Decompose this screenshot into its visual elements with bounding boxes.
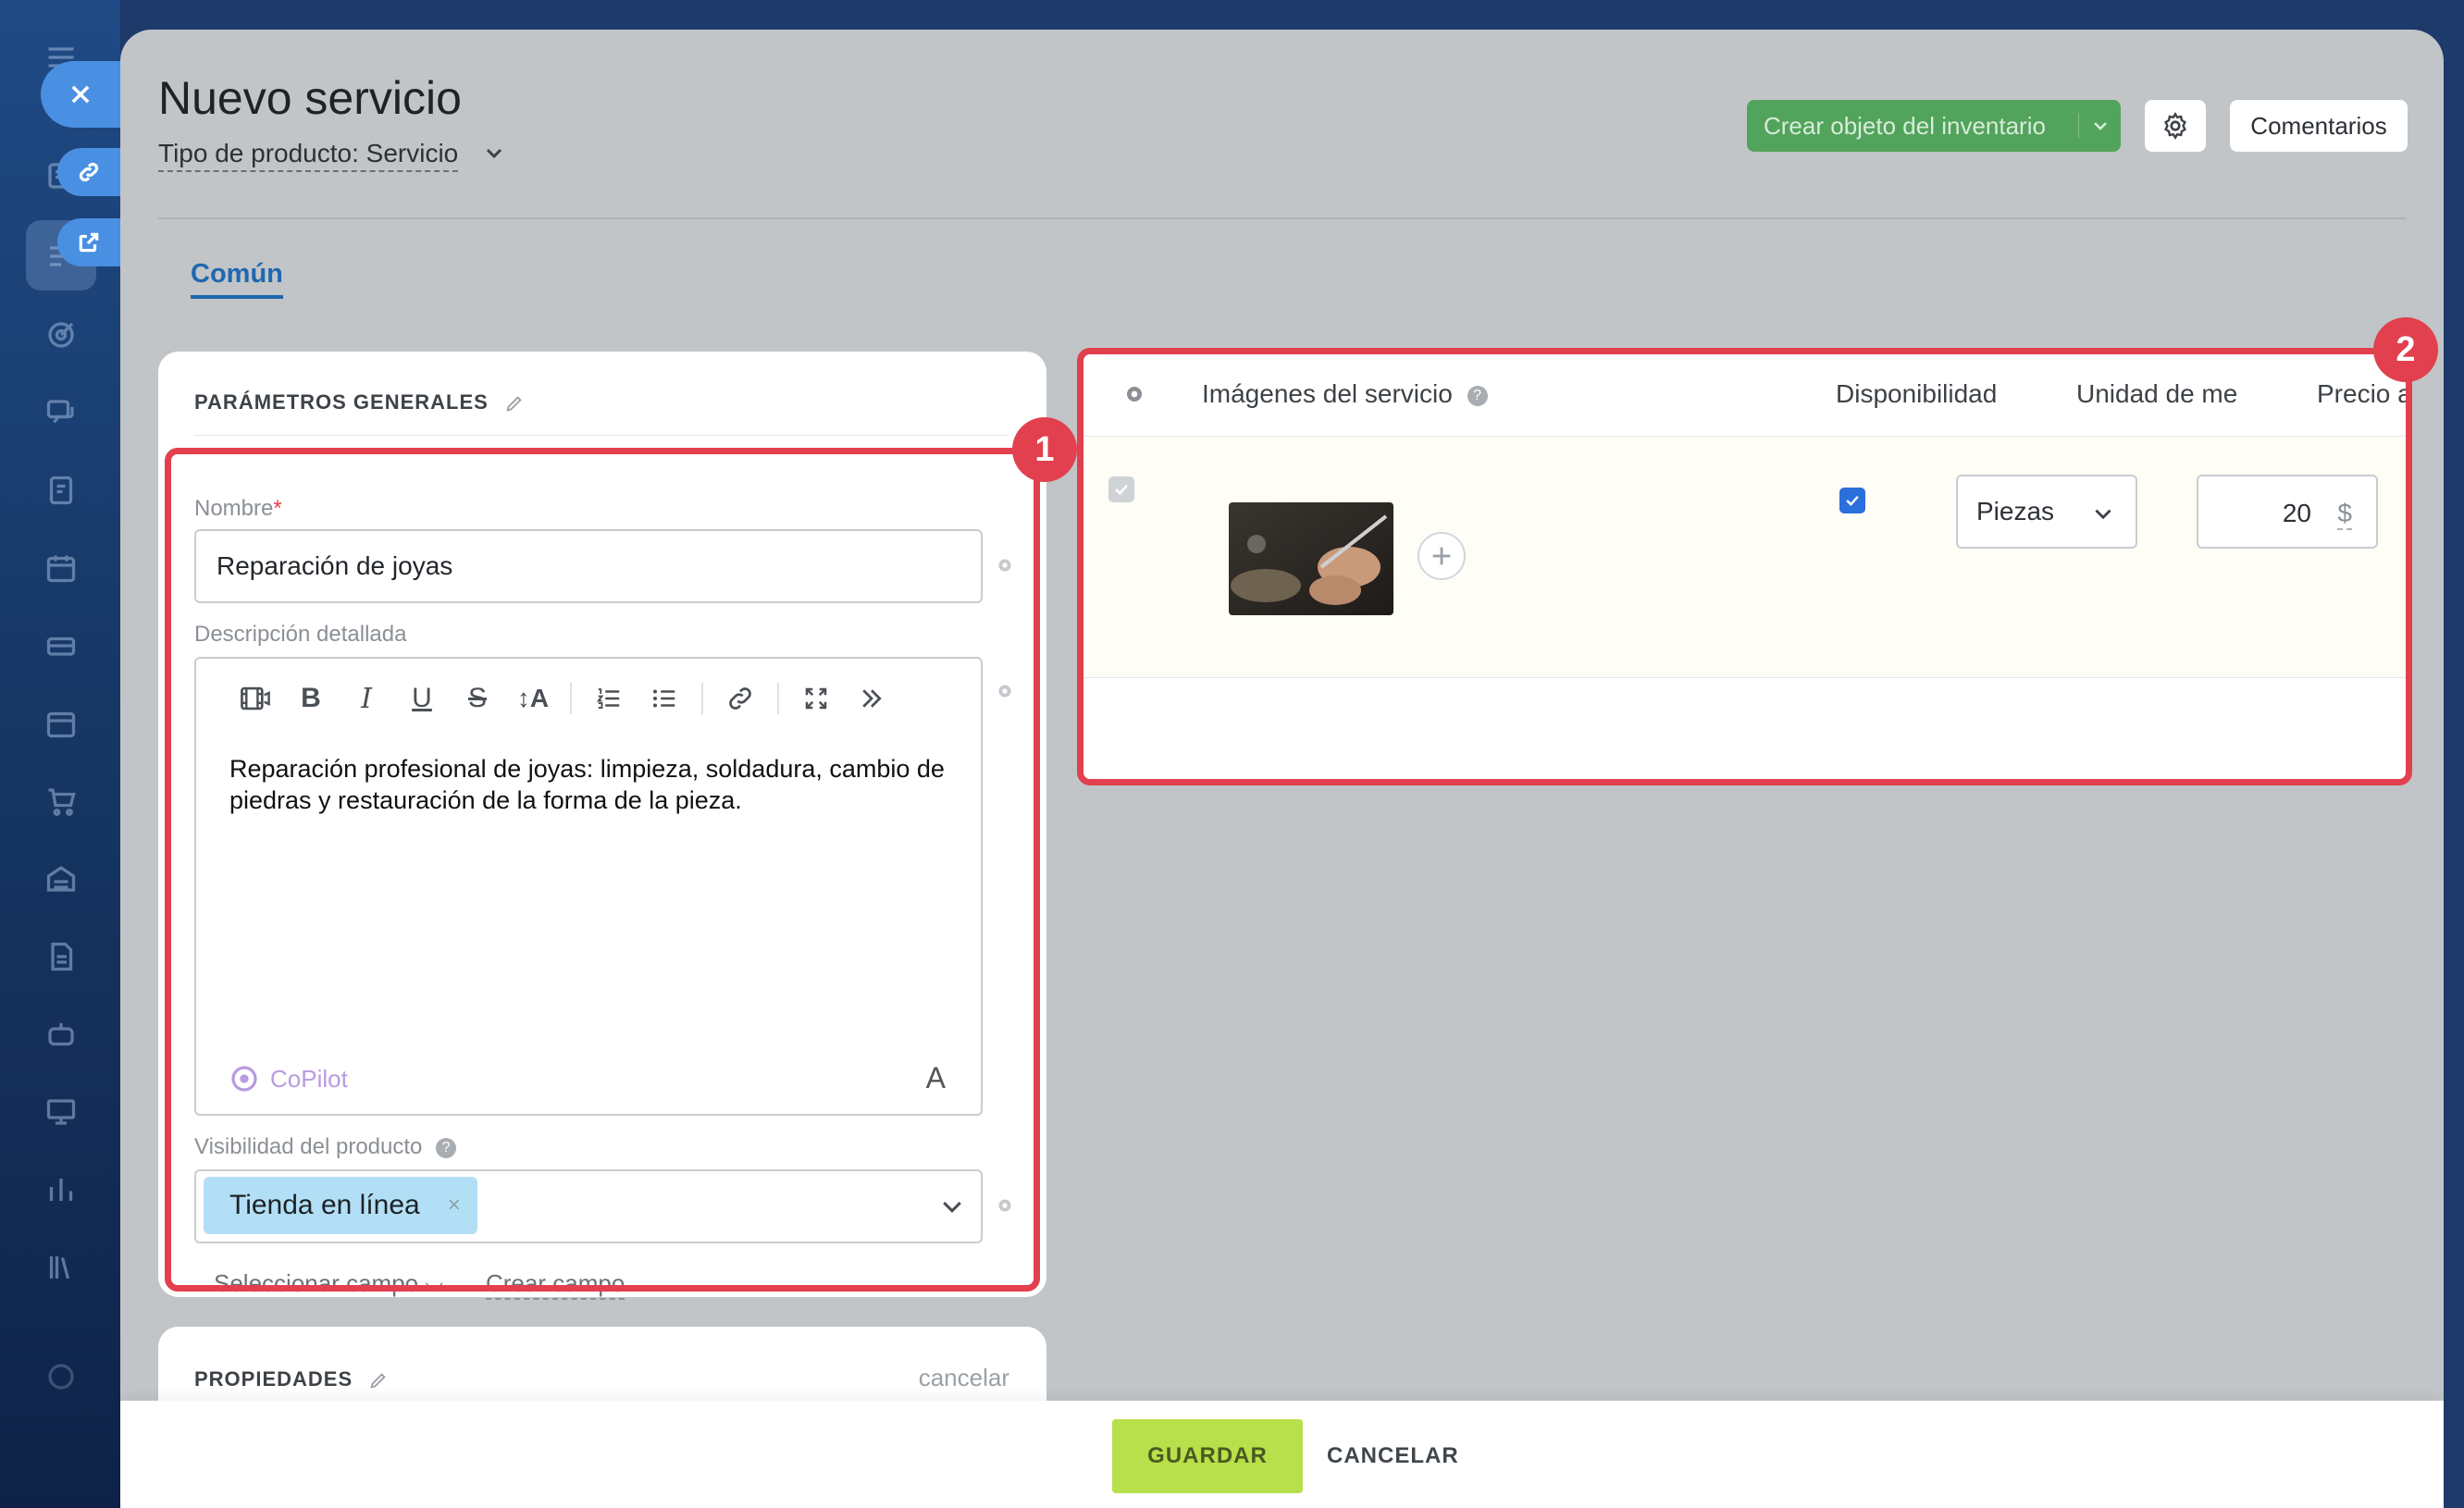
open-new-window-button[interactable] [57, 218, 120, 266]
create-inventory-label: Crear objeto del inventario [1764, 111, 2046, 140]
section-title: PARÁMETROS GENERALES [194, 390, 525, 414]
cancel-button[interactable]: CANCELAR [1327, 1419, 1459, 1493]
settings-circle-icon[interactable] [41, 1356, 81, 1397]
robot-icon[interactable] [41, 1014, 81, 1055]
chat-icon[interactable] [41, 392, 81, 433]
books-icon[interactable] [41, 1247, 81, 1288]
card-icon[interactable] [41, 625, 81, 666]
close-icon [71, 85, 90, 104]
header-divider [158, 217, 2407, 219]
gear-icon [2164, 112, 2186, 140]
properties-cancel-link[interactable]: cancelar [919, 1364, 1009, 1392]
pencil-icon[interactable] [368, 1370, 389, 1391]
page-title: Nuevo servicio [158, 72, 462, 124]
close-slider-button[interactable] [41, 61, 120, 128]
chevron-down-icon[interactable] [483, 142, 505, 165]
settings-button[interactable] [2145, 100, 2206, 152]
section-title: PROPIEDADES [194, 1367, 389, 1391]
annotation-badge-1: 1 [1012, 417, 1077, 482]
annotation-box-1 [165, 448, 1040, 1292]
product-slider-panel: Nuevo servicio Tipo de producto: Servici… [120, 30, 2444, 1508]
chevron-down-icon[interactable] [2089, 115, 2111, 137]
annotation-badge-2: 2 [2373, 317, 2438, 382]
link-icon [79, 162, 99, 182]
warehouse-icon[interactable] [41, 859, 81, 899]
general-parameters-title: PARÁMETROS GENERALES [194, 390, 489, 414]
tasks-icon[interactable] [41, 470, 81, 511]
tab-common[interactable]: Común [191, 259, 283, 299]
comments-button[interactable]: Comentarios [2230, 100, 2408, 152]
button-divider [2078, 113, 2079, 139]
calendar-icon[interactable] [41, 703, 81, 744]
annotation-box-2 [1077, 348, 2412, 785]
save-button[interactable]: GUARDAR [1112, 1419, 1303, 1493]
footer-bar: GUARDAR CANCELAR [120, 1401, 2444, 1508]
cart-icon[interactable] [41, 781, 81, 822]
analytics-icon[interactable] [41, 1169, 81, 1210]
properties-title: PROPIEDADES [194, 1367, 353, 1391]
target-icon[interactable] [41, 315, 81, 355]
product-type-selector[interactable]: Tipo de producto: Servicio [158, 139, 459, 172]
pencil-icon[interactable] [504, 393, 525, 414]
presentation-icon[interactable] [41, 1092, 81, 1132]
external-link-icon [79, 232, 99, 253]
calendar-grid-icon[interactable] [41, 548, 81, 588]
section-divider [194, 435, 1009, 436]
copy-link-button[interactable] [57, 148, 120, 196]
document-icon[interactable] [41, 936, 81, 977]
create-inventory-button[interactable]: Crear objeto del inventario [1747, 100, 2121, 152]
